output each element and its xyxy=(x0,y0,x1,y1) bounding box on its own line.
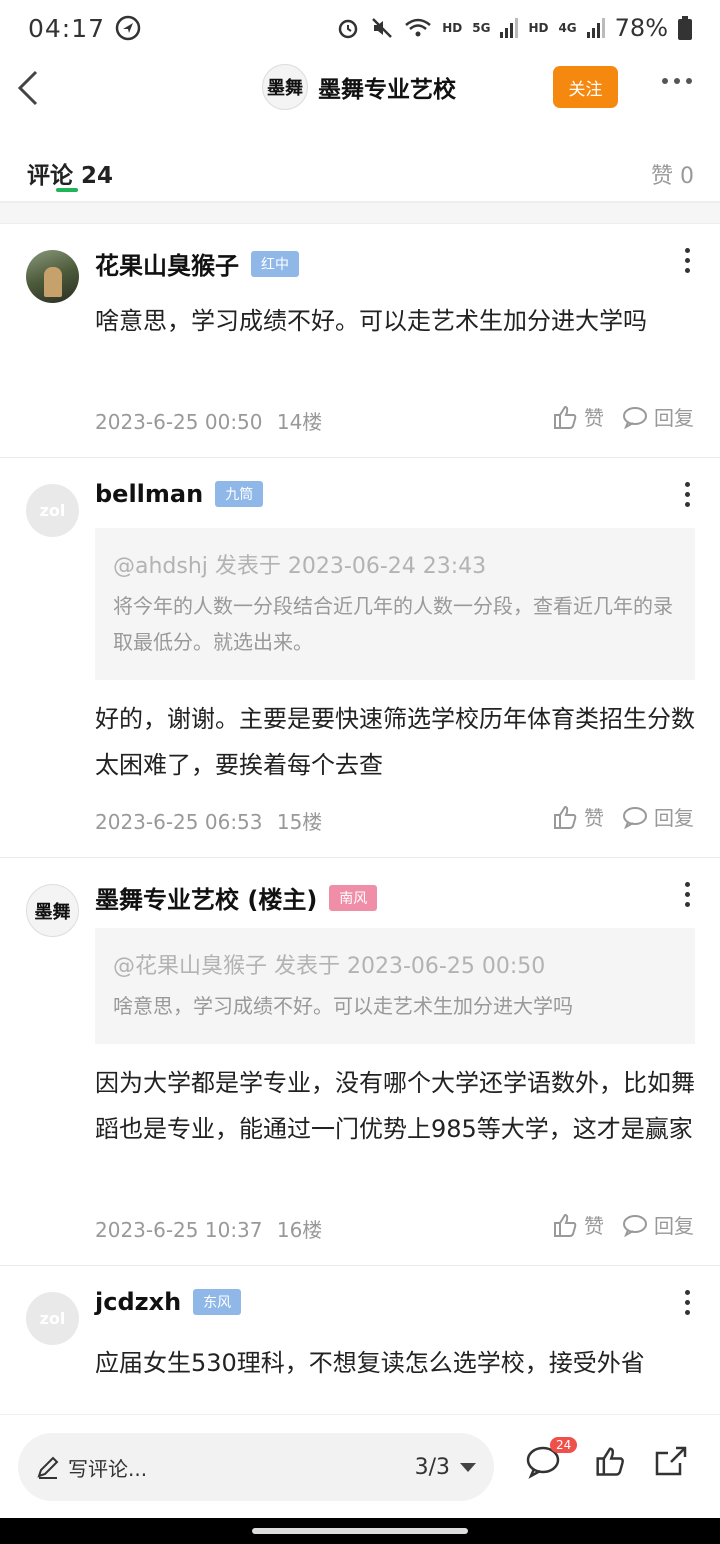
comment-floor: 14楼 xyxy=(276,410,323,434)
like-label: 赞 xyxy=(584,806,604,830)
comment-more-icon[interactable] xyxy=(685,482,690,507)
thumbs-up-icon[interactable] xyxy=(594,1445,626,1477)
comment-text: 啥意思，学习成绩不好。可以走艺术生加分进大学吗 xyxy=(95,307,647,335)
comment-text: 因为大学都是学专业，没有哪个大学还学语数外，比如舞蹈也是专业，能通过一门优势上9… xyxy=(95,1069,695,1143)
alarm-icon xyxy=(338,19,358,39)
write-comment-placeholder: 写评论... xyxy=(68,1456,148,1481)
username[interactable]: bellman xyxy=(95,480,203,508)
more-options-icon[interactable] xyxy=(662,78,692,84)
share-icon[interactable] xyxy=(654,1445,688,1477)
user-badge: 南风 xyxy=(329,884,378,911)
like-button[interactable]: 赞 xyxy=(552,402,604,431)
signal-icon xyxy=(586,18,605,38)
like-button[interactable]: 赞 xyxy=(552,802,604,831)
title-group[interactable]: 墨舞 墨舞专业艺校 xyxy=(262,64,456,110)
avatar[interactable]: 墨舞 xyxy=(26,884,79,937)
avatar[interactable]: zol xyxy=(26,484,79,537)
quote-text: 将今年的人数一分段结合近几年的人数一分段，查看近几年的录取最低分。就选出来。 xyxy=(113,594,673,654)
wifi-icon xyxy=(405,18,432,37)
comment-text: 应届女生530理科，不想复读怎么选学校，接受外省 xyxy=(95,1349,645,1377)
reply-button[interactable]: 回复 xyxy=(622,402,694,431)
bottom-bar: 写评论... 3/3 24 xyxy=(0,1414,720,1518)
battery-icon xyxy=(678,16,692,40)
comment-more-icon[interactable] xyxy=(685,882,690,907)
signal-icon xyxy=(500,18,519,38)
quoted-comment[interactable]: @花果山臭猴子 发表于 2023-06-25 00:50 啥意思，学习成绩不好。… xyxy=(95,928,695,1044)
caret-down-icon xyxy=(460,1462,476,1472)
username[interactable]: jcdzxh xyxy=(95,1288,181,1316)
system-nav-bar xyxy=(0,1518,720,1544)
quote-header: @花果山臭猴子 发表于 2023-06-25 00:50 xyxy=(113,954,546,979)
navigation-arrow-icon xyxy=(115,15,141,41)
network-label: 5G xyxy=(472,21,491,35)
tab-comments[interactable]: 评论 24 xyxy=(27,156,113,190)
pencil-icon xyxy=(37,1456,59,1479)
active-tab-indicator xyxy=(56,188,78,192)
reply-button[interactable]: 回复 xyxy=(622,1210,694,1239)
tab-likes[interactable]: 赞 0 xyxy=(651,158,694,190)
section-divider xyxy=(0,202,720,224)
status-time: 04:17 xyxy=(28,13,106,43)
like-button[interactable]: 赞 xyxy=(552,1210,604,1239)
school-logo: 墨舞 xyxy=(262,64,308,110)
reply-icon xyxy=(623,1214,647,1237)
follow-button[interactable]: 关注 xyxy=(553,66,618,108)
like-label: 赞 xyxy=(584,1214,604,1238)
comment-more-icon[interactable] xyxy=(685,1290,690,1315)
network-label: 4G xyxy=(558,21,577,35)
status-bar: 04:17 HD 5G HD 4G 78% xyxy=(0,0,720,56)
network-label: HD xyxy=(528,21,549,35)
back-icon[interactable] xyxy=(14,68,44,108)
thumbs-up-icon xyxy=(554,1213,577,1237)
user-badge: 红中 xyxy=(251,250,299,277)
comment-time: 2023-6-25 10:37 xyxy=(95,1218,263,1242)
user-badge: 东风 xyxy=(193,1289,242,1315)
page-indicator: 3/3 xyxy=(414,1454,450,1480)
mute-icon xyxy=(372,18,393,38)
reply-label: 回复 xyxy=(654,406,694,430)
thumbs-up-icon xyxy=(554,805,577,829)
comment-item: 花果山臭猴子 红中 啥意思，学习成绩不好。可以走艺术生加分进大学吗 2023-6… xyxy=(0,224,720,458)
reply-icon xyxy=(623,406,647,429)
comment-time: 2023-6-25 00:50 xyxy=(95,410,263,434)
quoted-comment[interactable]: @ahdshj 发表于 2023-06-24 23:43 将今年的人数一分段结合… xyxy=(95,528,695,680)
top-bar: 墨舞 墨舞专业艺校 关注 xyxy=(0,56,720,120)
home-indicator[interactable] xyxy=(252,1528,468,1534)
comment-floor: 15楼 xyxy=(276,810,323,834)
avatar[interactable]: zol xyxy=(26,1292,79,1345)
network-label: HD xyxy=(442,21,463,35)
comment-more-icon[interactable] xyxy=(685,248,690,273)
battery-percent: 78% xyxy=(614,14,668,42)
avatar[interactable] xyxy=(26,250,79,303)
reply-label: 回复 xyxy=(654,1214,694,1238)
username[interactable]: 花果山臭猴子 xyxy=(95,246,239,281)
quote-header: @ahdshj 发表于 2023-06-24 23:43 xyxy=(113,554,487,579)
comment-item: zol jcdzxh 东风 应届女生530理科，不想复读怎么选学校，接受外省 xyxy=(0,1266,720,1414)
reply-label: 回复 xyxy=(654,806,694,830)
comment-tabs: 评论 24 赞 0 xyxy=(0,140,720,202)
reply-button[interactable]: 回复 xyxy=(622,802,694,831)
comment-time: 2023-6-25 06:53 xyxy=(95,810,263,834)
reply-icon xyxy=(623,806,647,829)
comment-item: 墨舞 墨舞专业艺校 (楼主) 南风 @花果山臭猴子 发表于 2023-06-25… xyxy=(0,858,720,1266)
comment-item: zol bellman 九筒 @ahdshj 发表于 2023-06-24 23… xyxy=(0,458,720,858)
comment-floor: 16楼 xyxy=(276,1218,323,1242)
comment-count-badge: 24 xyxy=(550,1437,578,1453)
comment-text: 好的，谢谢。主要是要快速筛选学校历年体育类招生分数太困难了，要挨着每个去查 xyxy=(95,705,695,779)
username[interactable]: 墨舞专业艺校 (楼主) xyxy=(95,880,317,915)
thumbs-up-icon xyxy=(554,405,577,429)
page-selector[interactable]: 3/3 xyxy=(415,1455,476,1480)
page-title: 墨舞专业艺校 xyxy=(318,77,456,103)
like-label: 赞 xyxy=(584,406,604,430)
quote-text: 啥意思，学习成绩不好。可以走艺术生加分进大学吗 xyxy=(113,994,573,1018)
user-badge: 九筒 xyxy=(215,481,264,507)
write-comment-input[interactable]: 写评论... 3/3 xyxy=(18,1433,494,1501)
